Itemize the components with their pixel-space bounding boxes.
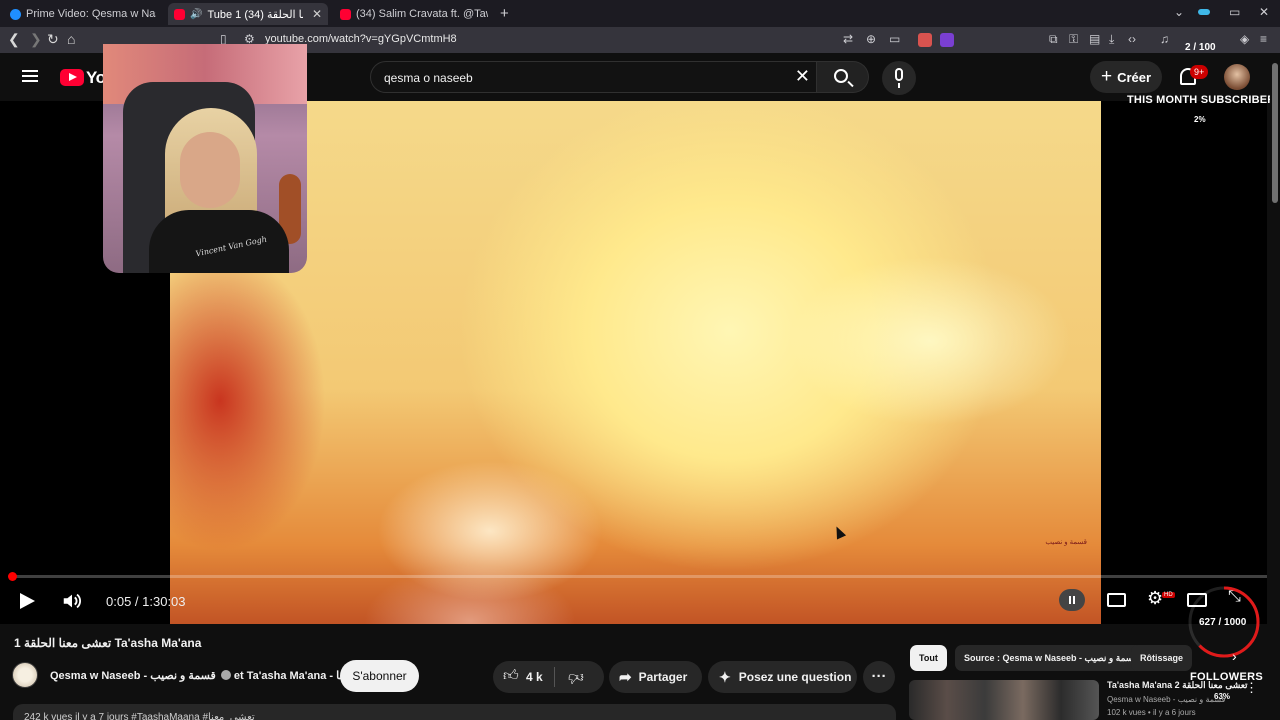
ask-label: Posez une question [738,670,852,684]
vpn-status-icon[interactable] [1198,9,1210,15]
new-tab-icon[interactable]: + [500,5,509,22]
recommended-channel[interactable]: Qesma w Naseeb - قسمة و نصيب [1107,695,1225,704]
search-button[interactable] [817,61,869,93]
youtube-logo-icon[interactable] [60,69,84,86]
extensions-icon[interactable]: ⧉ [1049,32,1058,47]
tab-salim-cravata[interactable]: (34) Salim Cravata ft. @TawsenOfficia [334,3,494,25]
reload-icon[interactable]: ↻ [47,31,59,48]
share-button[interactable]: ➦ Partager [609,661,702,693]
search-input-value[interactable]: qesma o naseeb [384,71,473,85]
scrollbar-thumb[interactable] [1272,63,1278,203]
recommended-title[interactable]: Ta'asha Ma'ana 2 تعشى معنا الحلقة [1107,680,1248,691]
plus-icon: + [1100,66,1113,87]
search-icon [834,69,848,83]
recommended-meta: 102 k vues • il y a 6 jours [1107,708,1196,717]
account-avatar[interactable] [1224,64,1250,90]
tab-youtube-active[interactable]: 🔊 Tube 1 تعشى معنا الحلقة (34) ✕ [168,3,328,25]
channel-name[interactable]: Qesma w Naseeb - قسمة و نصيب et Ta'asha … [50,669,384,682]
clear-search-icon[interactable]: ✕ [795,66,810,87]
followers-goal-count: 627 / 1000 [1199,617,1247,628]
scrubber-handle[interactable] [8,572,17,581]
devtools-icon[interactable]: ‹› [1128,32,1136,46]
search-input[interactable]: qesma o naseeb ✕ [370,61,817,93]
back-icon[interactable]: ❮ [8,31,20,48]
share-arrow-icon: ➦ [619,669,632,686]
webcam-streamer-shirt [149,210,289,273]
progress-bar[interactable] [8,572,1267,581]
recommended-menu-icon[interactable]: ⋮ [1245,680,1258,696]
chip-all[interactable]: Tout [910,645,947,671]
chip-source[interactable]: Source : Qesma w Naseeb - قسمة و نصيب [955,645,1148,671]
wallet-icon[interactable]: ▤ [1089,32,1100,46]
home-icon[interactable]: ⌂ [67,31,75,47]
translate-icon[interactable]: ⇄ [843,32,853,46]
speaker-icon[interactable]: 🔊 [190,9,202,20]
tab-title: (34) Salim Cravata ft. @TawsenOfficia [356,8,488,20]
chip-roasting[interactable]: Rôtissage [1131,645,1193,671]
like-divider [554,667,555,687]
youtube-favicon-icon [340,8,351,20]
share-label: Partager [638,670,688,684]
microphone-icon [895,68,903,88]
chips-next-icon[interactable]: › [1232,648,1237,664]
forward-icon[interactable]: ❯ [30,31,42,48]
guide-menu-icon[interactable] [22,70,38,82]
tab-title: Tube 1 تعشى معنا الحلقة (34) [207,8,303,21]
create-button[interactable]: + Créer [1090,61,1162,93]
channel-avatar[interactable] [12,662,38,688]
subs-goal-percent: 2% [1194,115,1206,124]
shield-icon[interactable]: ◈ [1240,32,1249,46]
brave-rewards-icon[interactable] [940,33,954,47]
media-icon[interactable]: ♫ [1160,32,1169,46]
video-frame[interactable]: قسمة و نصيب [170,101,1101,624]
create-label: Créer [1117,69,1152,85]
download-icon[interactable]: ⤓ [1109,32,1114,47]
video-title: 1 تعشى معنا الحلقة Ta'asha Ma'ana [14,636,202,650]
browser-tab-bar: Prime Video: Qesma w Naseeb : Al-A 🔊 Tub… [0,0,1280,27]
close-window-icon[interactable]: ✕ [1259,5,1269,19]
verified-icon [220,670,231,680]
autoplay-toggle[interactable] [1059,589,1085,611]
key-icon[interactable]: ⚿ [1069,32,1078,47]
like-count[interactable]: 4 k [526,670,543,684]
subtitles-icon[interactable] [1107,593,1126,607]
ask-question-button[interactable]: ✦ Posez une question [708,661,857,693]
subs-goal-title: THIS MONTH SUBSCRIBERS [1127,94,1280,106]
notification-count-badge: 9+ [1190,65,1209,79]
webcam-streamer-face [180,132,240,208]
time-display: 0:05 / 1:30:03 [106,594,186,609]
description-box[interactable]: 242 k vues il y a 7 jours #TaashaMaana #… [13,704,896,720]
voice-search-button[interactable] [882,61,916,95]
subscribe-button[interactable]: S'abonner [340,660,419,692]
more-actions-icon[interactable]: ··· [863,661,895,693]
menu-icon[interactable]: ≡ [1260,32,1267,46]
like-dislike-group: 👍︎ 4 k 👍︎ [493,661,604,693]
thumbs-up-icon[interactable]: 👍︎ [503,667,519,685]
description-meta: 242 k vues il y a 7 jours #TaashaMaana #… [24,712,255,720]
channel-name-primary[interactable]: Qesma w Naseeb - قسمة و نصيب [50,670,216,682]
youtube-favicon-icon [174,8,185,20]
prime-video-favicon-icon [10,8,21,20]
hd-badge: HD [1162,592,1175,598]
minimize-icon[interactable]: ▭ [1229,5,1240,19]
tab-list-chevron-icon[interactable]: ⌄ [1174,5,1184,19]
thumbs-down-icon[interactable]: 👍︎ [568,668,584,686]
play-icon[interactable] [20,593,35,609]
sparkle-icon: ✦ [719,668,731,685]
zoom-icon[interactable]: ⊕ [866,32,876,46]
page-scrollbar[interactable] [1270,53,1280,720]
close-tab-icon[interactable]: ✕ [312,7,322,21]
screenshot-icon[interactable]: ▭ [889,32,900,46]
streamer-webcam: Vincent Van Gogh [103,44,307,273]
tab-prime-video[interactable]: Prime Video: Qesma w Naseeb : Al-A [4,3,162,25]
top-goal-counter: 2 / 100 [1185,42,1216,53]
video-watermark: قسمة و نصيب [1045,539,1087,546]
brave-shield-icon[interactable] [918,33,932,47]
recommended-thumbnail[interactable] [909,680,1099,720]
settings-gear-icon[interactable]: ⚙ [1147,588,1163,609]
tab-title: Prime Video: Qesma w Naseeb : Al-A [26,8,156,20]
volume-icon[interactable] [61,590,83,612]
